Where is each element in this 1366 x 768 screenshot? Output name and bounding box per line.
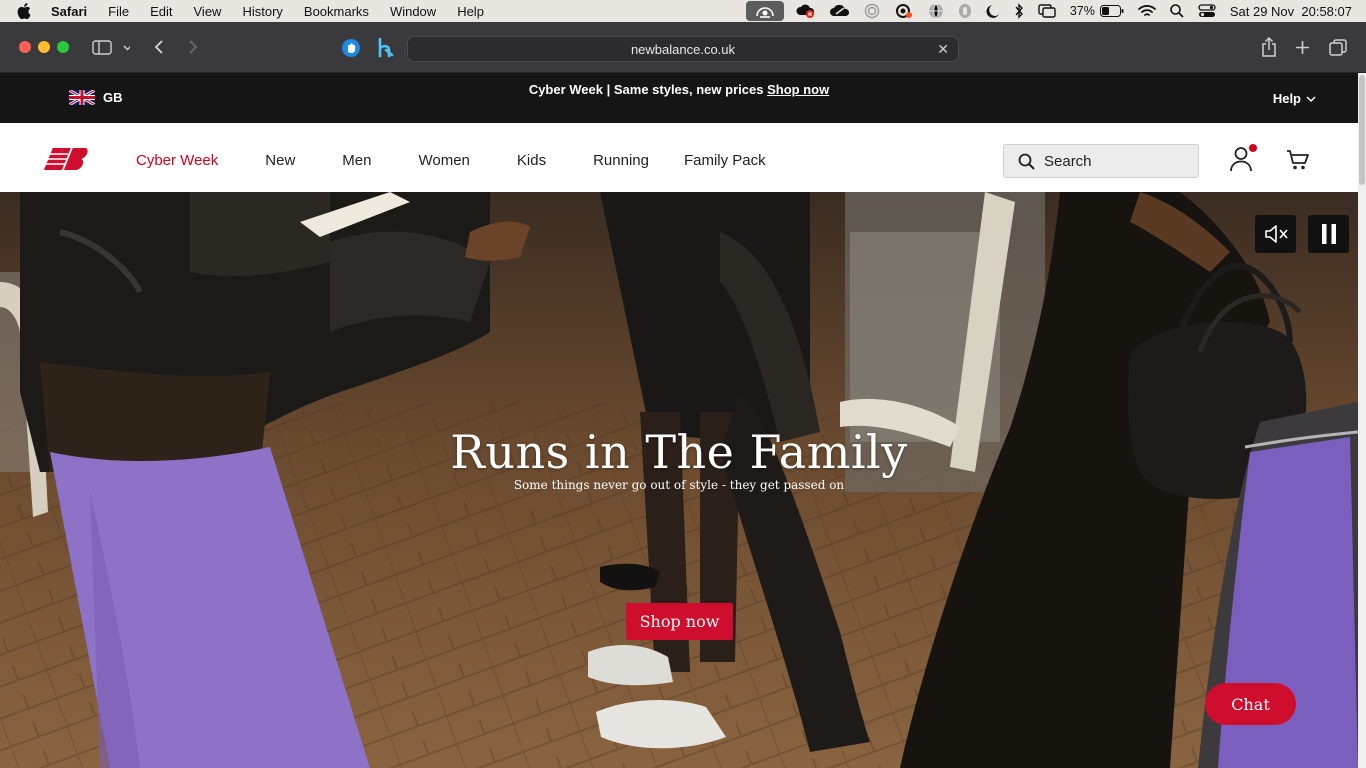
- promo-shop-now-link[interactable]: Shop now: [767, 82, 829, 97]
- promo-text: Cyber Week | Same styles, new prices: [528, 82, 764, 97]
- new-tab-icon[interactable]: [1295, 40, 1310, 55]
- account-button[interactable]: [1229, 144, 1257, 177]
- forward-arrow-icon[interactable]: [188, 39, 198, 55]
- spiral-app-icon[interactable]: [864, 3, 880, 19]
- search-icon: [1018, 153, 1035, 170]
- sidebar-toggle-icon[interactable]: [92, 39, 130, 55]
- dark-mode-moon-icon[interactable]: [986, 3, 1000, 19]
- nav-item-new[interactable]: New: [265, 152, 295, 169]
- menu-window[interactable]: Window: [390, 4, 436, 19]
- pause-icon: [1321, 224, 1336, 244]
- new-balance-logo[interactable]: [38, 145, 94, 178]
- clear-address-icon[interactable]: ✕: [937, 41, 949, 58]
- screen-mirroring-icon[interactable]: [1038, 4, 1056, 18]
- screen-share-icon[interactable]: [745, 1, 784, 21]
- menu-view[interactable]: View: [194, 4, 222, 19]
- address-bar-url: newbalance.co.uk: [630, 41, 736, 57]
- creative-cloud-icon[interactable]: [894, 3, 914, 19]
- battery-percent: 37%: [1069, 4, 1095, 18]
- help-menu[interactable]: Help: [1273, 91, 1318, 106]
- scrollbar-thumb[interactable]: [1359, 75, 1365, 185]
- browser-toolbar: newbalance.co.uk ✕: [0, 22, 1366, 73]
- menu-file[interactable]: File: [108, 4, 129, 19]
- promo-banner: GB Cyber Week | Same styles, new prices …: [0, 73, 1358, 123]
- nav-item-women[interactable]: Women: [418, 152, 469, 169]
- hero-title: Runs in The Family: [450, 425, 908, 479]
- close-window-button[interactable]: [19, 41, 31, 53]
- back-arrow-icon[interactable]: [154, 39, 164, 55]
- creative-cloud-alert-icon[interactable]: [796, 3, 816, 19]
- menu-edit[interactable]: Edit: [150, 4, 172, 19]
- nav-links: Cyber Week New Men Women Kids Running Fa…: [136, 152, 766, 169]
- apple-menu-icon[interactable]: [17, 3, 35, 19]
- shield-app-icon[interactable]: [958, 3, 972, 19]
- cloud-sync-icon[interactable]: [829, 4, 850, 18]
- pause-button[interactable]: [1308, 215, 1349, 253]
- share-icon[interactable]: [1261, 37, 1277, 57]
- menubar-clock[interactable]: Sat 29 Nov 20:58:07: [1230, 4, 1352, 19]
- speaker-muted-icon: [1264, 225, 1288, 243]
- battery-status[interactable]: 37%: [1070, 4, 1124, 18]
- hero-banner: Runs in The Family Some things never go …: [0, 192, 1358, 768]
- page-scrollbar[interactable]: [1358, 73, 1366, 768]
- main-navigation: Cyber Week New Men Women Kids Running Fa…: [0, 123, 1358, 192]
- zoom-window-button[interactable]: [57, 41, 69, 53]
- menu-bookmarks[interactable]: Bookmarks: [304, 4, 369, 19]
- nav-item-family-pack[interactable]: Family Pack: [684, 152, 766, 169]
- menu-help[interactable]: Help: [457, 4, 484, 19]
- mute-button[interactable]: [1255, 215, 1296, 253]
- minimize-window-button[interactable]: [38, 41, 50, 53]
- hero-shop-now-button[interactable]: Shop now: [626, 603, 733, 640]
- bluetooth-icon[interactable]: [1014, 3, 1024, 19]
- menu-history[interactable]: History: [242, 4, 282, 19]
- privacy-extension-icon[interactable]: [341, 38, 361, 58]
- nav-item-running[interactable]: Running: [593, 152, 649, 169]
- hero-subtitle: Some things never go out of style - they…: [513, 478, 845, 492]
- vpn-globe-icon[interactable]: [928, 3, 944, 19]
- search-input[interactable]: Search: [1003, 144, 1199, 178]
- macos-menubar: Safari File Edit View History Bookmarks …: [0, 0, 1366, 22]
- menu-safari[interactable]: Safari: [51, 4, 87, 19]
- nav-item-men[interactable]: Men: [342, 152, 371, 169]
- chat-button[interactable]: Chat: [1205, 683, 1296, 725]
- address-bar[interactable]: newbalance.co.uk ✕: [407, 36, 959, 62]
- web-page: GB Cyber Week | Same styles, new prices …: [0, 73, 1358, 768]
- notification-dot: [1249, 144, 1257, 152]
- nav-item-kids[interactable]: Kids: [517, 152, 546, 169]
- battery-icon: [1099, 5, 1124, 17]
- control-center-icon[interactable]: [1198, 4, 1216, 18]
- cart-icon: [1287, 150, 1309, 170]
- chevron-down-icon: [1306, 95, 1316, 102]
- search-label: Search: [1044, 152, 1092, 170]
- nav-item-cyber-week[interactable]: Cyber Week: [136, 152, 218, 169]
- promo-message: Cyber Week | Same styles, new prices Sho…: [0, 82, 1358, 97]
- cart-button[interactable]: [1286, 149, 1310, 176]
- wifi-icon[interactable]: [1137, 4, 1156, 18]
- help-label: Help: [1272, 91, 1301, 106]
- spotlight-search-icon[interactable]: [1170, 4, 1184, 18]
- tab-overview-icon[interactable]: [1329, 39, 1347, 56]
- honey-extension-icon[interactable]: [375, 37, 395, 59]
